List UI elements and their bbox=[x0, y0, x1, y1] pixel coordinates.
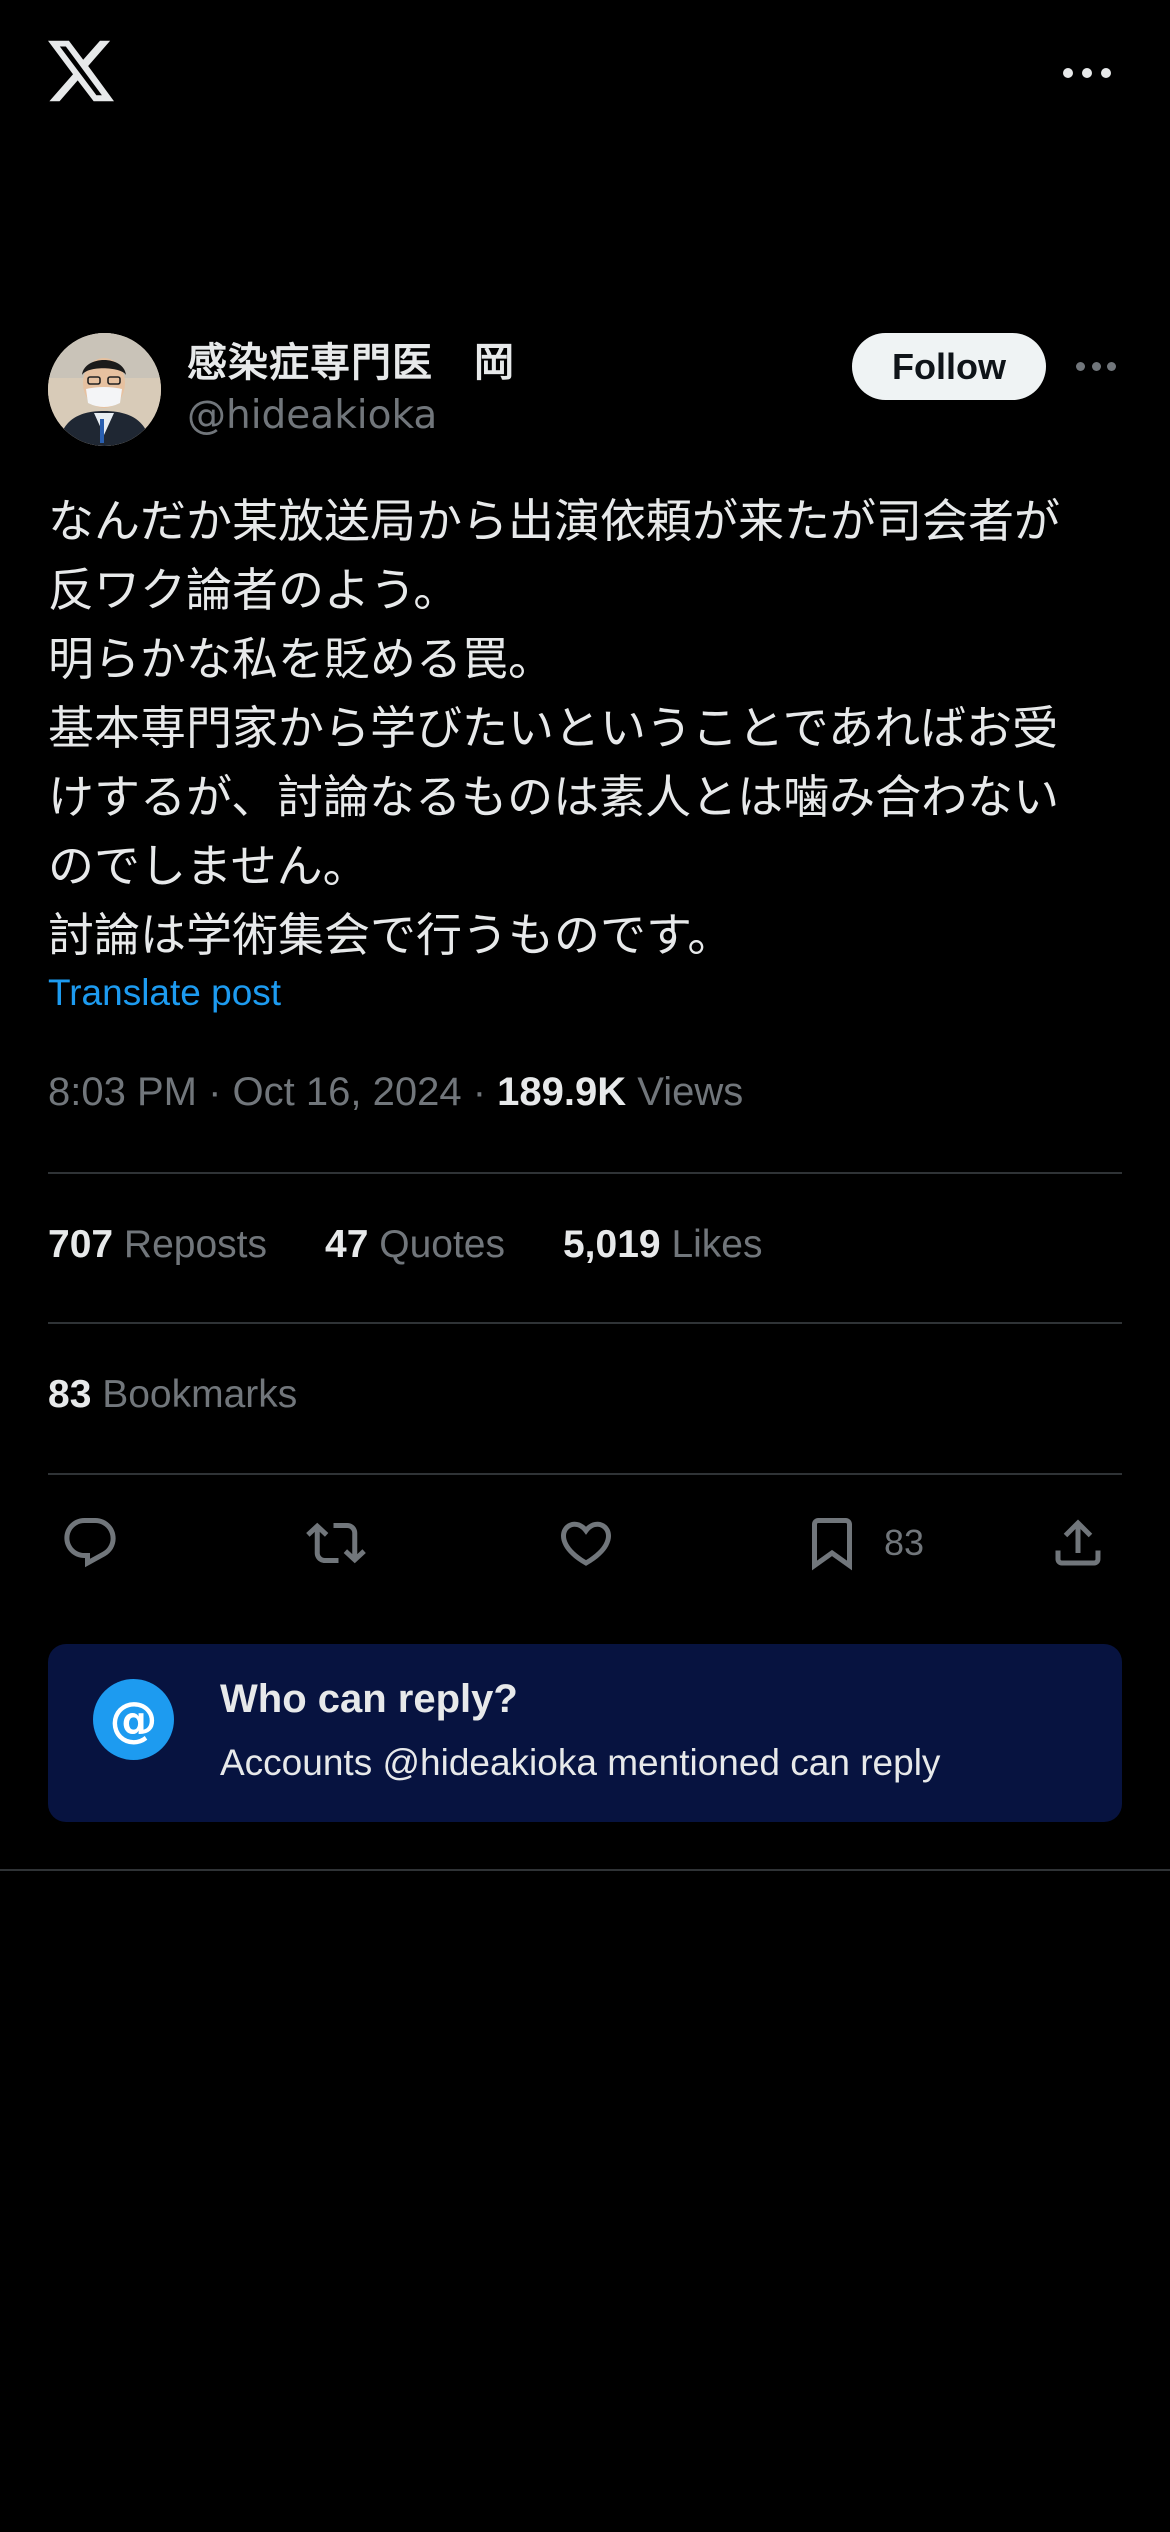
bookmarks-count: 83 bbox=[48, 1373, 92, 1416]
post-text-line: 討論は学術集会で行うものです。 bbox=[48, 908, 734, 962]
dot bbox=[1091, 361, 1101, 371]
translate-post-link[interactable]: Translate post bbox=[48, 972, 281, 1014]
more-horizontal-icon[interactable] bbox=[1063, 64, 1111, 82]
likes-count: 5,019 bbox=[562, 1223, 661, 1266]
avatar[interactable] bbox=[48, 333, 161, 446]
divider bbox=[48, 1473, 1122, 1475]
who-can-reply-title: Who can reply? bbox=[220, 1677, 518, 1721]
meta-separator: · bbox=[472, 1070, 487, 1114]
follow-button[interactable]: Follow bbox=[852, 333, 1046, 400]
post-text-line: のでしません。 bbox=[48, 839, 369, 893]
post-time[interactable]: 8:03 PM bbox=[48, 1070, 197, 1114]
post-metadata: 8:03 PM · Oct 16, 2024 · 189.9K Views bbox=[48, 1070, 743, 1115]
heart-icon bbox=[560, 1521, 612, 1566]
share-icon bbox=[1055, 1519, 1101, 1566]
post-text-line: 反ワク論者のよう。 bbox=[48, 563, 460, 617]
bookmarks-label: Bookmarks bbox=[102, 1373, 298, 1416]
reposts-stat[interactable]: 707 Reposts bbox=[48, 1223, 267, 1267]
bookmarks-stat[interactable]: 83 Bookmarks bbox=[48, 1373, 297, 1417]
at-sign-icon: @ bbox=[93, 1679, 174, 1760]
dot bbox=[1101, 68, 1111, 78]
engagement-stats: 707 Reposts 47 Quotes 5,019 Likes bbox=[48, 1223, 762, 1267]
post-detail-page: 感染症専門医 岡 @hideakioka Follow なんだか某放送局から出演… bbox=[0, 0, 1170, 2532]
divider bbox=[48, 1322, 1122, 1324]
quotes-label: Quotes bbox=[379, 1223, 505, 1266]
post-date[interactable]: Oct 16, 2024 bbox=[233, 1070, 462, 1114]
avatar-image bbox=[48, 333, 161, 446]
dot bbox=[1107, 361, 1116, 371]
views-label: Views bbox=[637, 1070, 744, 1114]
dot bbox=[1063, 68, 1073, 78]
divider bbox=[48, 1172, 1122, 1174]
bookmark-button[interactable]: 83 bbox=[802, 1510, 924, 1576]
divider bbox=[0, 1869, 1170, 1871]
who-can-reply-subtitle: Accounts @hideakioka mentioned can reply bbox=[220, 1742, 941, 1783]
post-text-line: 明らかな私を貶める罠。 bbox=[48, 632, 554, 686]
like-button[interactable] bbox=[556, 1510, 616, 1576]
dot bbox=[1076, 361, 1085, 371]
author-display-name[interactable]: 感染症専門医 岡 bbox=[187, 330, 515, 388]
who-can-reply-panel: @ Who can reply? Accounts @hideakioka me… bbox=[48, 1644, 1122, 1822]
reposts-count: 707 bbox=[48, 1223, 114, 1266]
post-text-line: 基本専門家から学びたいということであればお受 bbox=[48, 701, 1059, 755]
likes-label: Likes bbox=[671, 1223, 763, 1266]
reply-button[interactable] bbox=[60, 1510, 120, 1576]
repost-button[interactable] bbox=[306, 1510, 366, 1576]
x-logo-icon[interactable] bbox=[48, 40, 114, 102]
post-more-icon[interactable] bbox=[1076, 359, 1116, 373]
author-handle[interactable]: @hideakioka bbox=[187, 393, 437, 438]
repost-icon bbox=[306, 1522, 366, 1564]
quotes-count: 47 bbox=[325, 1223, 369, 1266]
reply-icon bbox=[64, 1518, 116, 1568]
quotes-stat[interactable]: 47 Quotes bbox=[325, 1223, 505, 1267]
post-text-line: なんだか某放送局から出演依頼が来たが司会者が bbox=[48, 494, 1060, 548]
views-count: 189.9K bbox=[497, 1070, 627, 1114]
post-text-line: けするが、討論なるものは素人とは噛み合わない bbox=[48, 770, 1060, 824]
reposts-label: Reposts bbox=[123, 1223, 267, 1266]
bookmark-icon bbox=[812, 1518, 852, 1571]
share-button[interactable] bbox=[1048, 1510, 1108, 1576]
likes-stat[interactable]: 5,019 Likes bbox=[563, 1223, 763, 1267]
dot bbox=[1082, 68, 1092, 78]
meta-separator: · bbox=[208, 1070, 222, 1114]
post-text: なんだか某放送局から出演依頼が来たが司会者が 反ワク論者のよう。 明らかな私を貶… bbox=[48, 487, 1128, 970]
bookmark-count: 83 bbox=[884, 1522, 925, 1563]
